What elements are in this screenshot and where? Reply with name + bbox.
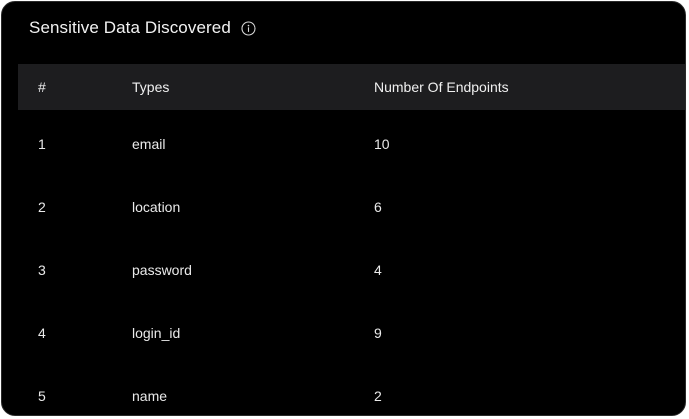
- row-type: password: [132, 261, 192, 278]
- table-row[interactable]: 3 password 4: [18, 238, 685, 301]
- table-header-row: # Types Number Of Endpoints: [18, 64, 685, 110]
- row-index: 5: [38, 387, 46, 404]
- row-index: 2: [38, 198, 46, 215]
- info-icon[interactable]: [241, 20, 256, 36]
- row-endpoint-count: 10: [374, 135, 390, 152]
- sensitive-data-table: # Types Number Of Endpoints 1 email 10 2…: [18, 64, 685, 415]
- card-title: Sensitive Data Discovered: [29, 18, 231, 37]
- row-type: location: [132, 198, 181, 215]
- row-endpoint-count: 9: [374, 324, 382, 341]
- table-row[interactable]: 4 login_id 9: [18, 301, 685, 364]
- row-type: email: [132, 135, 166, 152]
- table-row[interactable]: 5 name 2: [18, 364, 685, 415]
- column-header-number-of-endpoints[interactable]: Number Of Endpoints: [374, 79, 685, 95]
- table-row[interactable]: 1 email 10: [18, 112, 685, 175]
- column-header-index[interactable]: #: [18, 79, 132, 95]
- row-index: 3: [38, 261, 46, 278]
- row-type: login_id: [132, 324, 181, 341]
- row-endpoint-count: 2: [374, 387, 382, 404]
- card-header: Sensitive Data Discovered: [29, 17, 256, 39]
- row-type: name: [132, 387, 168, 404]
- row-endpoint-count: 4: [374, 261, 382, 278]
- sensitive-data-card: Sensitive Data Discovered # Types Number…: [1, 1, 686, 416]
- row-index: 1: [38, 135, 46, 152]
- row-index: 4: [38, 324, 46, 341]
- table-row[interactable]: 2 location 6: [18, 175, 685, 238]
- row-endpoint-count: 6: [374, 198, 382, 215]
- table-body: 1 email 10 2 location 6 3 password 4 4 l…: [18, 110, 685, 415]
- column-header-types[interactable]: Types: [132, 79, 374, 95]
